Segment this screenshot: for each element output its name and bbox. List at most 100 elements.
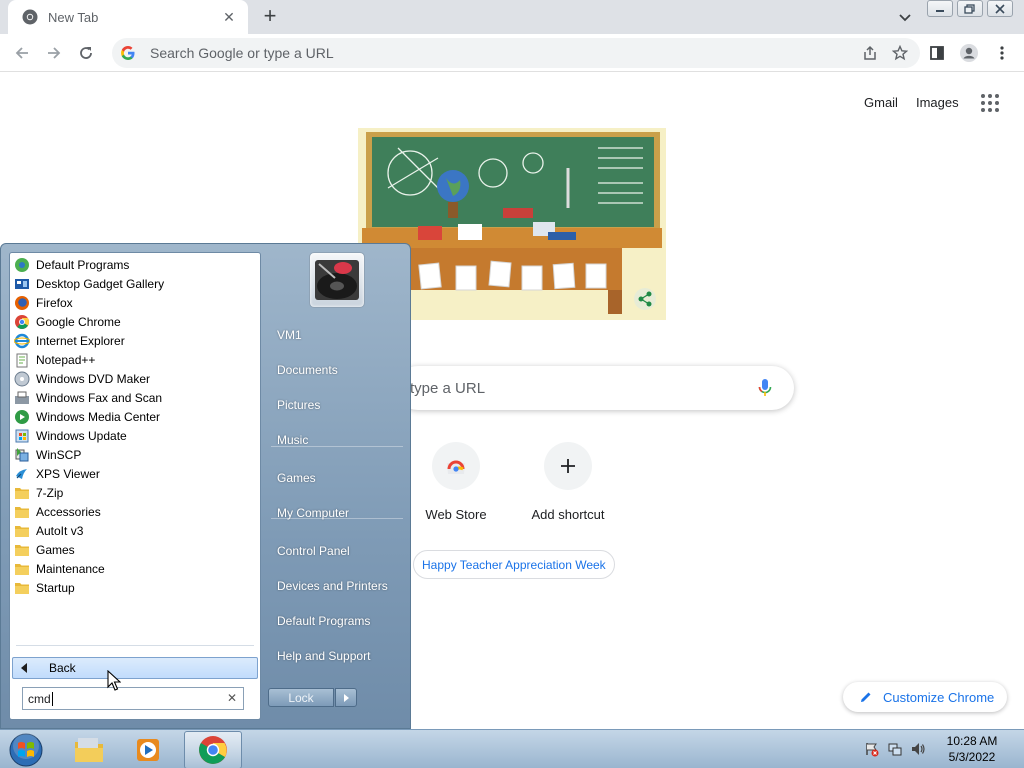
program-item[interactable]: Internet Explorer	[12, 331, 258, 350]
start-right-item[interactable]: Help and Support	[269, 641, 403, 671]
default-programs-icon	[14, 257, 30, 273]
program-label: Maintenance	[36, 561, 105, 576]
tab-title: New Tab	[48, 9, 99, 25]
side-panel-button[interactable]	[927, 43, 947, 63]
close-icon	[995, 3, 1005, 14]
taskbar: 10:28 AM 5/3/2022	[0, 729, 1024, 768]
tab-close-icon[interactable]: ✕	[220, 9, 238, 26]
program-item[interactable]: Maintenance	[12, 559, 258, 578]
volume-icon[interactable]	[910, 741, 926, 757]
program-item[interactable]: Windows DVD Maker	[12, 369, 258, 388]
program-item[interactable]: Windows Media Center	[12, 407, 258, 426]
program-label: Internet Explorer	[36, 333, 125, 348]
user-picture[interactable]	[309, 252, 365, 308]
program-label: Desktop Gadget Gallery	[36, 276, 165, 291]
program-item[interactable]: 7-Zip	[12, 483, 258, 502]
program-item[interactable]: Notepad++	[12, 350, 258, 369]
program-item[interactable]: Games	[12, 540, 258, 559]
start-right-item[interactable]: Music	[269, 425, 403, 455]
text-caret	[51, 691, 53, 706]
folder-icon	[14, 542, 30, 558]
program-item[interactable]: Startup	[12, 578, 258, 597]
shortcut-add[interactable]: Add shortcut	[512, 442, 624, 522]
chevron-down-icon[interactable]	[896, 8, 914, 26]
close-button[interactable]	[987, 0, 1013, 17]
start-right-item[interactable]: Default Programs	[269, 606, 403, 636]
program-item[interactable]: Accessories	[12, 502, 258, 521]
program-label: Windows DVD Maker	[36, 371, 151, 386]
network-icon[interactable]	[887, 741, 903, 757]
lock-label: Lock	[288, 690, 314, 705]
plus-icon	[544, 442, 592, 490]
profile-button[interactable]	[959, 43, 979, 63]
back-button[interactable]: Back	[12, 657, 258, 679]
window-controls	[927, 0, 1013, 17]
browser-toolbar: Search Google or type a URL	[0, 34, 1024, 72]
chrome-icon	[22, 9, 38, 25]
notepadpp-icon	[14, 352, 30, 368]
program-item[interactable]: Windows Fax and Scan	[12, 388, 258, 407]
start-right-item[interactable]: My Computer	[269, 498, 403, 528]
program-label: AutoIt v3	[36, 523, 84, 538]
program-label: Accessories	[36, 504, 101, 519]
omnibox[interactable]: Search Google or type a URL	[112, 38, 920, 68]
divider	[271, 446, 403, 447]
program-item[interactable]: Default Programs	[12, 255, 258, 274]
lock-button[interactable]: Lock	[268, 688, 334, 707]
shutdown-options-button[interactable]	[335, 688, 357, 707]
start-right-item[interactable]: Games	[269, 463, 403, 493]
gmail-link[interactable]: Gmail	[864, 95, 898, 110]
minimize-icon	[936, 9, 944, 12]
arrow-left-icon	[15, 47, 28, 59]
start-search-input[interactable]: cmd ✕	[22, 687, 244, 710]
menu-button[interactable]	[992, 43, 1012, 63]
folder-icon	[14, 580, 30, 596]
chrome-icon	[199, 736, 227, 764]
winscp-icon	[14, 447, 30, 463]
start-right-item[interactable]: Devices and Printers	[269, 571, 403, 601]
new-tab-button[interactable]: +	[258, 5, 282, 29]
start-right-item[interactable]: VM1	[269, 320, 403, 350]
tab-strip: New Tab ✕ +	[0, 0, 1024, 34]
taskbar-media-player[interactable]	[120, 731, 178, 768]
all-programs-panel: Default Programs Desktop Gadget Gallery Fi…	[9, 252, 261, 720]
ntp-search-box[interactable]: type a URL	[396, 366, 794, 410]
forward-button[interactable]	[44, 43, 64, 63]
program-item[interactable]: Firefox	[12, 293, 258, 312]
start-right-item[interactable]: Control Panel	[269, 536, 403, 566]
clear-search-icon[interactable]: ✕	[227, 691, 237, 705]
firefox-icon	[14, 295, 30, 311]
program-item[interactable]: Windows Update	[12, 426, 258, 445]
back-button[interactable]	[12, 43, 32, 63]
pencil-icon	[861, 692, 871, 702]
program-item[interactable]: AutoIt v3	[12, 521, 258, 540]
triangle-left-icon	[21, 663, 27, 673]
microphone-icon[interactable]	[758, 378, 772, 398]
shortcut-web-store[interactable]: Web Store	[400, 442, 512, 522]
taskbar-chrome[interactable]	[184, 731, 242, 768]
program-item[interactable]: Desktop Gadget Gallery	[12, 274, 258, 293]
restore-button[interactable]	[957, 0, 983, 17]
program-label: Windows Fax and Scan	[36, 390, 163, 405]
doodle-share-chip[interactable]: Happy Teacher Appreciation Week	[413, 550, 615, 579]
taskbar-clock[interactable]: 10:28 AM 5/3/2022	[942, 733, 1002, 765]
google-apps-icon[interactable]	[981, 94, 999, 112]
program-item[interactable]: WinSCP	[12, 445, 258, 464]
program-item[interactable]: Google Chrome	[12, 312, 258, 331]
google-g-icon	[121, 46, 135, 60]
reload-button[interactable]	[76, 43, 96, 63]
action-center-icon[interactable]	[864, 741, 880, 757]
start-right-item[interactable]: Pictures	[269, 390, 403, 420]
start-right-item[interactable]: Documents	[269, 355, 403, 385]
taskbar-explorer[interactable]	[60, 731, 118, 768]
tab-new-tab[interactable]: New Tab ✕	[8, 0, 248, 34]
shortcut-label: Add shortcut	[531, 507, 605, 522]
program-item[interactable]: XPS Viewer	[12, 464, 258, 483]
minimize-button[interactable]	[927, 0, 953, 17]
customize-chrome-button[interactable]: Customize Chrome	[843, 682, 1007, 712]
share-icon[interactable]	[862, 45, 878, 61]
images-link[interactable]: Images	[916, 95, 959, 110]
start-button[interactable]	[6, 731, 46, 768]
star-icon[interactable]	[892, 45, 908, 61]
media-player-icon	[137, 739, 159, 761]
